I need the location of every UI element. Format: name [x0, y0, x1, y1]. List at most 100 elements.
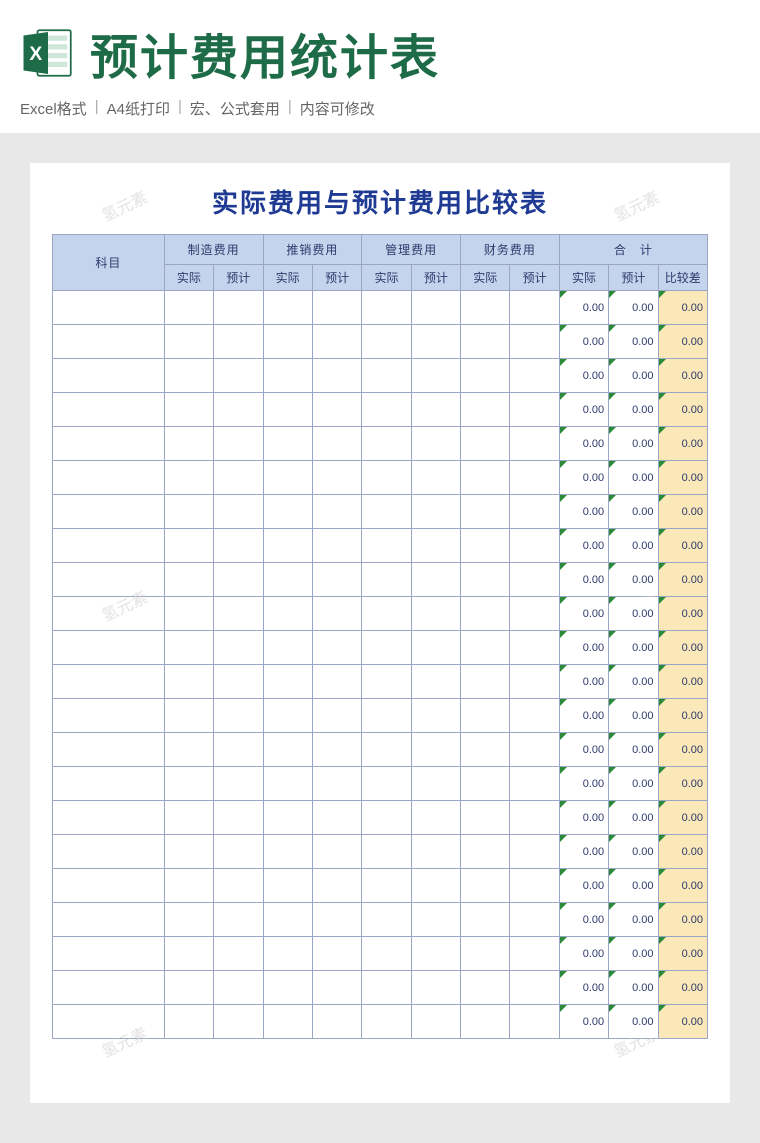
table-cell: 0.00	[609, 801, 658, 835]
table-cell	[53, 699, 165, 733]
col-sub: 预计	[411, 265, 460, 291]
table-cell: 0.00	[559, 903, 608, 937]
table-cell: 0.00	[609, 1005, 658, 1039]
table-cell: 0.00	[658, 665, 707, 699]
table-cell	[53, 597, 165, 631]
table-cell	[263, 971, 312, 1005]
table-cell	[263, 461, 312, 495]
table-cell: 0.00	[658, 393, 707, 427]
table-cell	[411, 1005, 460, 1039]
table-cell	[312, 359, 361, 393]
table-cell	[53, 1005, 165, 1039]
table-row: 0.000.000.00	[53, 1005, 708, 1039]
table-row: 0.000.000.00	[53, 971, 708, 1005]
table-cell: 0.00	[658, 1005, 707, 1039]
table-cell: 0.00	[559, 665, 608, 699]
table-cell: 0.00	[559, 359, 608, 393]
table-cell	[164, 393, 213, 427]
excel-icon: X	[20, 25, 76, 81]
col-sub: 预计	[312, 265, 361, 291]
col-group: 财务费用	[461, 235, 560, 265]
table-cell	[362, 495, 411, 529]
table-cell	[411, 835, 460, 869]
table-row: 0.000.000.00	[53, 427, 708, 461]
table-cell: 0.00	[658, 461, 707, 495]
table-cell	[411, 869, 460, 903]
table-cell	[263, 767, 312, 801]
table-cell	[362, 291, 411, 325]
table-cell	[214, 393, 263, 427]
table-cell: 0.00	[658, 631, 707, 665]
table-cell	[53, 291, 165, 325]
col-group: 推销费用	[263, 235, 362, 265]
table-cell	[461, 733, 510, 767]
table-cell	[362, 937, 411, 971]
table-cell	[263, 563, 312, 597]
table-cell: 0.00	[609, 563, 658, 597]
table-cell	[263, 529, 312, 563]
table-cell	[53, 971, 165, 1005]
table-cell	[53, 937, 165, 971]
table-cell	[263, 937, 312, 971]
table-cell	[53, 801, 165, 835]
table-cell	[53, 665, 165, 699]
table-cell	[362, 325, 411, 359]
col-group-sum: 合 计	[559, 235, 707, 265]
table-cell: 0.00	[609, 733, 658, 767]
table-cell	[312, 393, 361, 427]
table-cell	[510, 359, 559, 393]
table-cell	[164, 359, 213, 393]
table-cell	[263, 393, 312, 427]
table-cell	[411, 767, 460, 801]
table-cell	[263, 631, 312, 665]
table-cell	[461, 495, 510, 529]
meta-item: A4纸打印	[107, 98, 170, 119]
excel-sheet-preview: 氢元素 氢元素 氢元素 氢元素 氢元素 氢元素 实际费用与预计费用比较表 科目 …	[30, 163, 730, 1103]
table-cell	[214, 937, 263, 971]
table-cell	[362, 359, 411, 393]
table-cell: 0.00	[658, 699, 707, 733]
table-cell: 0.00	[609, 699, 658, 733]
table-cell	[461, 359, 510, 393]
col-sub: 实际	[461, 265, 510, 291]
table-cell	[461, 325, 510, 359]
table-row: 0.000.000.00	[53, 665, 708, 699]
table-cell: 0.00	[658, 427, 707, 461]
col-subject: 科目	[53, 235, 165, 291]
table-cell: 0.00	[609, 529, 658, 563]
table-row: 0.000.000.00	[53, 869, 708, 903]
table-cell	[362, 767, 411, 801]
table-cell	[164, 665, 213, 699]
table-cell: 0.00	[559, 937, 608, 971]
table-cell	[312, 495, 361, 529]
table-cell	[312, 937, 361, 971]
meta-item: 宏、公式套用	[190, 98, 280, 119]
table-cell	[312, 529, 361, 563]
table-row: 0.000.000.00	[53, 495, 708, 529]
table-cell	[411, 971, 460, 1005]
table-cell	[362, 563, 411, 597]
table-cell	[362, 733, 411, 767]
table-cell	[312, 801, 361, 835]
table-cell	[461, 529, 510, 563]
table-cell	[164, 869, 213, 903]
table-cell	[362, 971, 411, 1005]
table-cell	[510, 563, 559, 597]
table-cell	[214, 563, 263, 597]
table-cell	[214, 699, 263, 733]
table-cell	[411, 937, 460, 971]
table-cell: 0.00	[658, 971, 707, 1005]
table-cell: 0.00	[609, 461, 658, 495]
table-cell: 0.00	[658, 835, 707, 869]
table-cell	[214, 767, 263, 801]
table-cell: 0.00	[609, 971, 658, 1005]
table-row: 0.000.000.00	[53, 903, 708, 937]
table-cell: 0.00	[559, 393, 608, 427]
table-cell: 0.00	[559, 597, 608, 631]
table-cell	[214, 325, 263, 359]
table-cell	[411, 801, 460, 835]
table-cell	[312, 563, 361, 597]
table-cell	[312, 971, 361, 1005]
table-cell	[510, 325, 559, 359]
svg-text:X: X	[29, 44, 42, 65]
